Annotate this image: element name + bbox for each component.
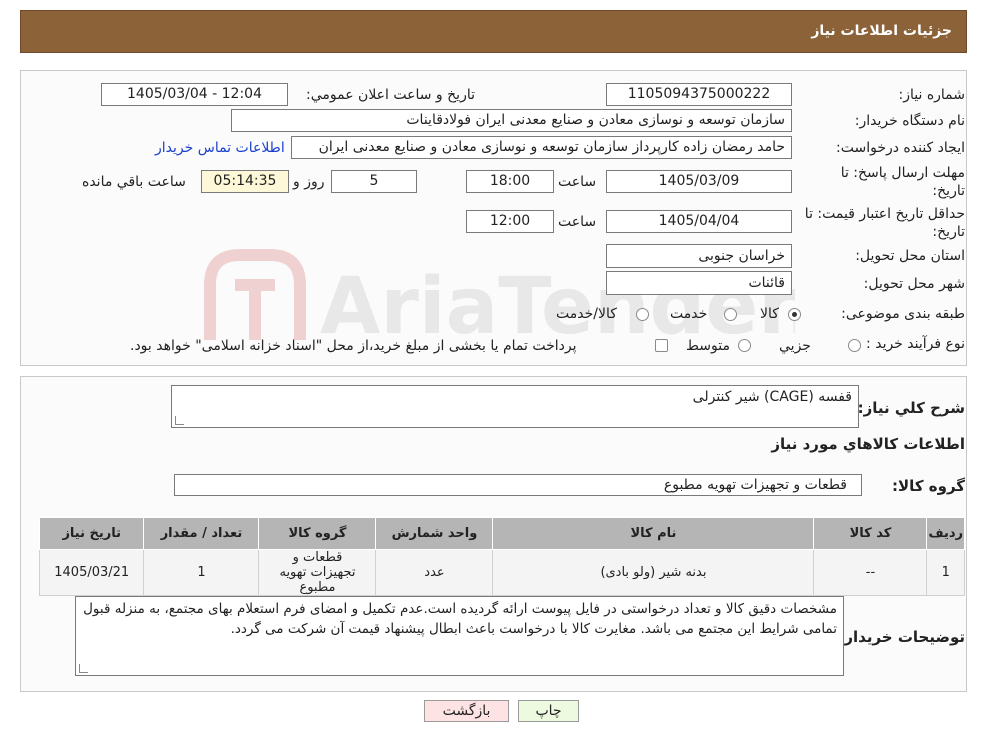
goods-table-header: رديف كد كالا نام كالا واحد شمارش گروه كا… [38,517,965,550]
category-goods-label: كالا [760,306,779,322]
cell-name: بدنه شیر (ولو بادی) [492,549,815,596]
goods-group-field: قطعات و تجهیزات تهویه مطبوع [174,474,862,496]
cell-code: -- [813,549,928,596]
deadline-time-word: ساعت [558,174,597,190]
process-medium-label: متوسط [686,338,730,354]
col-unit: واحد شمارش [375,517,494,550]
validity-label-2: تاريخ: [932,224,965,240]
buyer-notes-text: مشخصات دقیق کالا و تعداد درخواستی در فای… [83,601,837,637]
cell-date: 1405/03/21 [38,549,145,596]
category-service-label: خدمت [670,306,708,322]
goods-group-text: قطعات و تجهیزات تهویه مطبوع [663,477,847,493]
summary-text: قفسه (CAGE) شیر کنترلی [692,389,852,405]
creator-label: ايجاد كننده درخواست: [836,140,965,156]
cell-quantity: 1 [143,549,260,596]
cell-unit: عدد [375,549,494,596]
remaining-word: ساعت باقي مانده [82,174,186,190]
buyer-org-label: نام دستگاه خريدار: [854,113,965,129]
process-note: پرداخت تمام يا بخشی از مبلغ خريد،از محل … [130,338,577,354]
col-code: كد كالا [813,517,928,550]
page-title: جزئیات اطلاعات نیاز [811,23,952,39]
cell-group: قطعات و تجهیزات تهویه مطبوع [258,549,377,596]
buyer-notes-field[interactable]: مشخصات دقیق کالا و تعداد درخواستی در فای… [75,596,844,676]
validity-date-field: 1405/04/04 [606,210,792,233]
col-row: رديف [926,517,965,550]
city-field: قائنات [606,271,792,295]
category-goods-radio[interactable] [788,308,801,321]
remaining-days-field: 5 [331,170,417,193]
resize-grip-icon [175,416,184,425]
col-name: نام كالا [492,517,815,550]
creator-field: حامد رمضان زاده کارپرداز سازمان توسعه و … [291,136,792,159]
table-row: 1 -- بدنه شیر (ولو بادی) عدد قطعات و تجه… [38,549,965,596]
province-field: خراسان جنوبی [606,244,792,268]
col-date: تاريخ نياز [38,517,145,550]
province-label: استان محل تحويل: [855,248,965,264]
watermark-logo-icon [204,249,306,340]
col-quantity: تعداد / مقدار [143,517,260,550]
deadline-time-field: 18:00 [466,170,554,193]
process-treasury-checkbox[interactable] [655,339,668,352]
announce-field: 1405/03/04 - 12:04 [101,83,288,106]
summary-label: شرح كلي نياز: [857,399,965,417]
page-header: جزئیات اطلاعات نیاز [20,10,967,53]
process-medium-radio[interactable] [738,339,751,352]
need-number-label: شماره نیاز: [898,87,966,103]
validity-label: حداقل تاريخ اعتبار قيمت: تا [804,206,965,222]
process-minor-radio[interactable] [848,339,861,352]
deadline-label-2: تاريخ: [932,183,965,199]
deadline-label: مهلت ارسال پاسخ: تا [840,165,965,181]
buyer-notes-label: توضيحات خريدار: [838,628,965,646]
cell-row: 1 [926,549,965,596]
category-label: طبقه بندی موضوعی: [841,306,965,322]
summary-field[interactable]: قفسه (CAGE) شیر کنترلی [171,385,859,428]
validity-time-word: ساعت [558,214,597,230]
category-both-label: كالا/خدمت [556,306,617,322]
category-service-radio[interactable] [724,308,737,321]
goods-info-title: اطلاعات كالاهاي مورد نياز [771,435,965,453]
process-label: نوع فرآيند خريد : [866,336,965,352]
remaining-time-field: 05:14:35 [201,170,289,193]
print-button[interactable]: چاپ [518,700,579,722]
city-label: شهر محل تحويل: [863,276,965,292]
need-number-field: 1105094375000222 [606,83,792,106]
days-word: روز و [293,174,325,190]
validity-time-field: 12:00 [466,210,554,233]
process-minor-label: جزيي [779,338,811,354]
resize-grip-icon [79,664,88,673]
category-both-radio[interactable] [636,308,649,321]
goods-group-label: گروه كالا: [892,477,965,495]
buyer-contact-link[interactable]: اطلاعات تماس خريدار [155,140,285,156]
deadline-date-field: 1405/03/09 [606,170,792,193]
buyer-org-field: سازمان توسعه و نوسازی معادن و صنایع معدن… [231,109,792,132]
col-group: گروه كالا [258,517,377,550]
goods-table: رديف كد كالا نام كالا واحد شمارش گروه كا… [38,517,965,596]
back-button[interactable]: بازگشت [424,700,509,722]
announce-label: تاریخ و ساعت اعلان عمومي: [306,87,475,103]
